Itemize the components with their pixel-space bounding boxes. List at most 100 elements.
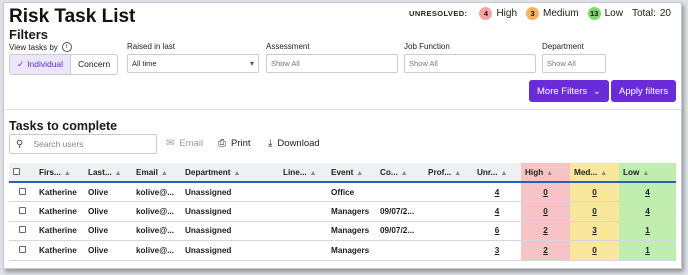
view-tasks-by-label: View tasks by i <box>9 42 72 52</box>
printer-icon: ⎙ <box>218 138 226 149</box>
completed-cell: 09/07/2... <box>376 201 424 222</box>
unresolved-cell[interactable]: 3 <box>473 240 521 261</box>
divider <box>4 109 681 110</box>
unresolved-cell[interactable]: 4 <box>473 182 521 202</box>
event-cell: Office <box>327 182 376 202</box>
department-field[interactable]: Show All <box>542 54 606 73</box>
row-select-cell <box>9 240 35 261</box>
medium-cell[interactable]: 3 <box>570 221 619 241</box>
department-label: Department <box>542 42 584 51</box>
table-header-row: Firs... ▲ Last... ▲ Email ▲ Department ▲ Lin… <box>9 163 676 183</box>
page-title: Risk Task List <box>9 6 136 27</box>
column-header[interactable]: Line... ▲ <box>279 163 327 183</box>
row-checkbox[interactable] <box>18 206 26 214</box>
profile-cell <box>424 221 473 241</box>
first-name-cell: Katherine <box>35 201 84 222</box>
column-header[interactable]: Co... ▲ <box>376 163 424 183</box>
department-cell: Unassigned <box>181 221 279 241</box>
high-cell[interactable]: 0 <box>521 182 570 202</box>
column-header[interactable]: Event ▲ <box>327 163 376 183</box>
total-value: 20 <box>659 8 671 19</box>
event-cell: Managers <box>327 240 376 261</box>
column-header[interactable]: Last... ▲ <box>84 163 132 183</box>
search-placeholder: Search users <box>33 139 84 149</box>
column-header-medium[interactable]: Med... ▲ <box>570 163 619 183</box>
last-name-cell: Olive <box>84 182 132 202</box>
completed-cell: 09/07/2... <box>376 221 424 241</box>
raised-in-last-value: All time <box>132 59 157 68</box>
column-header[interactable]: Email ▲ <box>132 163 181 183</box>
completed-cell <box>376 182 424 202</box>
tasks-table: Firs... ▲ Last... ▲ Email ▲ Department ▲ Lin… <box>9 163 676 261</box>
medium-cell[interactable]: 0 <box>570 201 619 222</box>
low-cell[interactable]: 1 <box>619 240 676 261</box>
select-all-checkbox[interactable] <box>13 167 20 175</box>
low-label: Low <box>604 8 623 19</box>
table-row[interactable]: Katherine Olive kolive@... Unassigned Manage… <box>9 201 676 222</box>
table-row[interactable]: Katherine Olive kolive@... Unassigned Manage… <box>9 240 676 261</box>
unresolved-cell[interactable]: 4 <box>473 201 521 222</box>
view-concern-option[interactable]: Concern <box>71 55 117 74</box>
check-icon: ✓ <box>17 59 25 69</box>
column-header[interactable]: Unr... ▲ <box>473 163 521 183</box>
download-button[interactable]: ⤓ Download <box>268 138 320 149</box>
email-button[interactable]: ✉ Email <box>166 138 203 149</box>
low-cell[interactable]: 4 <box>619 201 676 222</box>
row-checkbox[interactable] <box>18 226 26 234</box>
high-cell[interactable]: 0 <box>521 201 570 222</box>
view-individual-option[interactable]: ✓ Individual <box>10 55 72 74</box>
line-cell <box>279 201 327 222</box>
raised-in-last-select[interactable]: All time ▾ <box>127 54 259 73</box>
raised-in-last-label: Raised in last <box>127 42 176 51</box>
job-function-field[interactable]: Show All <box>404 54 536 73</box>
low-cell[interactable]: 4 <box>619 182 676 202</box>
row-checkbox[interactable] <box>18 245 26 253</box>
event-cell: Managers <box>327 221 376 241</box>
job-function-label: Job Function <box>404 42 450 51</box>
chevron-down-icon: ▾ <box>249 59 254 68</box>
department-cell: Unassigned <box>181 240 279 261</box>
more-filters-button[interactable]: More Filters ⌄ <box>529 80 609 102</box>
column-header-high[interactable]: High ▲ <box>521 163 570 183</box>
high-cell[interactable]: 2 <box>521 240 570 261</box>
view-tasks-by-text: View tasks by <box>9 42 58 52</box>
info-icon[interactable]: i <box>61 42 72 52</box>
column-header[interactable]: Prof... ▲ <box>424 163 473 183</box>
unresolved-label: UNRESOLVED: <box>409 9 468 18</box>
row-checkbox[interactable] <box>18 187 26 195</box>
print-label: Print <box>231 138 251 149</box>
column-header[interactable]: Firs... ▲ <box>35 163 84 183</box>
table-row[interactable]: Katherine Olive kolive@... Unassigned Office… <box>9 182 676 202</box>
medium-cell[interactable]: 0 <box>570 182 619 202</box>
more-filters-label: More Filters <box>537 85 588 97</box>
apply-filters-label: Apply filters <box>619 85 669 97</box>
view-toggle: ✓ Individual Concern <box>9 54 119 75</box>
email-label: Email <box>179 138 204 149</box>
email-cell: kolive@... <box>132 182 181 202</box>
profile-cell <box>424 182 473 202</box>
profile-cell <box>424 240 473 261</box>
event-cell: Managers <box>327 201 376 222</box>
table-row[interactable]: Katherine Olive kolive@... Unassigned Manage… <box>9 221 676 241</box>
column-header[interactable]: Department ▲ <box>181 163 279 183</box>
row-select-cell <box>9 201 35 222</box>
low-cell[interactable]: 1 <box>619 221 676 241</box>
search-users-input[interactable]: ⚲ Search users <box>9 134 157 154</box>
print-button[interactable]: ⎙ Print <box>218 138 251 149</box>
column-header-low[interactable]: Low ▲ <box>619 163 676 183</box>
filters-heading: Filters <box>9 27 49 42</box>
line-cell <box>279 240 327 261</box>
row-select-cell <box>9 221 35 241</box>
unresolved-cell[interactable]: 6 <box>473 221 521 241</box>
chevron-down-icon: ⌄ <box>593 85 601 96</box>
profile-cell <box>424 201 473 222</box>
apply-filters-button[interactable]: Apply filters <box>611 80 677 102</box>
select-all-header[interactable] <box>9 163 35 183</box>
low-count-badge: 13 Low <box>587 7 623 20</box>
last-name-cell: Olive <box>84 221 132 241</box>
total-label: Total: <box>631 8 656 19</box>
assessment-field[interactable]: Show All <box>266 54 398 73</box>
high-cell[interactable]: 2 <box>521 221 570 241</box>
concern-label: Concern <box>78 59 111 69</box>
medium-cell[interactable]: 0 <box>570 240 619 261</box>
